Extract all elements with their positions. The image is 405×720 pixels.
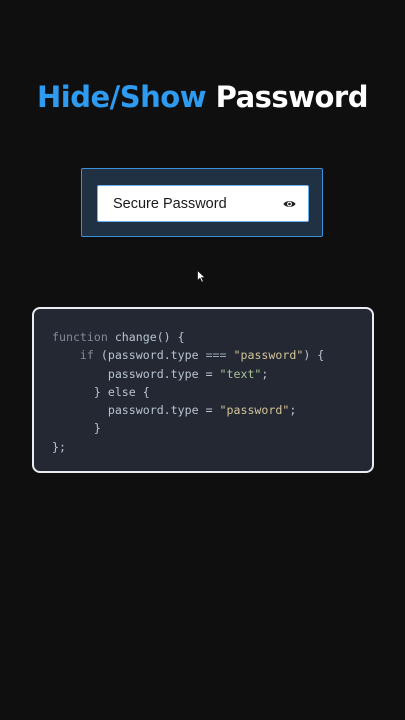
code-line: if (password.type === "password") { (34, 346, 372, 364)
code-body: function change() { if (password.type ==… (34, 328, 372, 456)
code-line: password.type = "password"; (34, 401, 372, 419)
code-token: ; (261, 366, 269, 381)
code-token: change() { (107, 330, 185, 344)
mouse-pointer-icon (197, 268, 206, 283)
code-token: password.type = (107, 366, 220, 381)
code-line: password.type = "text"; (34, 365, 372, 383)
code-token: === (205, 348, 227, 363)
title-plain: Password (215, 80, 369, 114)
code-token: }; (52, 439, 66, 454)
code-token: (password.type (93, 348, 206, 363)
code-snippet: function change() { if (password.type ==… (32, 307, 374, 473)
eye-icon[interactable] (279, 194, 299, 214)
code-line: function change() { (34, 328, 372, 346)
code-token: "password" (233, 348, 304, 363)
password-field[interactable]: Secure Password (97, 185, 309, 222)
code-line: } else { (34, 383, 372, 401)
code-token: if (79, 348, 94, 363)
password-value[interactable]: Secure Password (98, 196, 279, 212)
code-token: function (52, 330, 108, 344)
password-demo-panel: Secure Password (81, 168, 323, 237)
code-line: }; (34, 438, 372, 456)
code-line: } (34, 419, 372, 437)
code-token: } (93, 421, 101, 436)
code-token: ) { (303, 348, 325, 363)
code-token: "password" (219, 403, 290, 418)
title-accent: Hide/Show (37, 80, 207, 114)
code-token: "text" (219, 366, 262, 381)
code-token: password.type = (107, 403, 220, 418)
code-token: ; (289, 403, 297, 418)
code-token: } else { (93, 384, 150, 399)
page-title: Hide/Show Password (0, 80, 405, 114)
